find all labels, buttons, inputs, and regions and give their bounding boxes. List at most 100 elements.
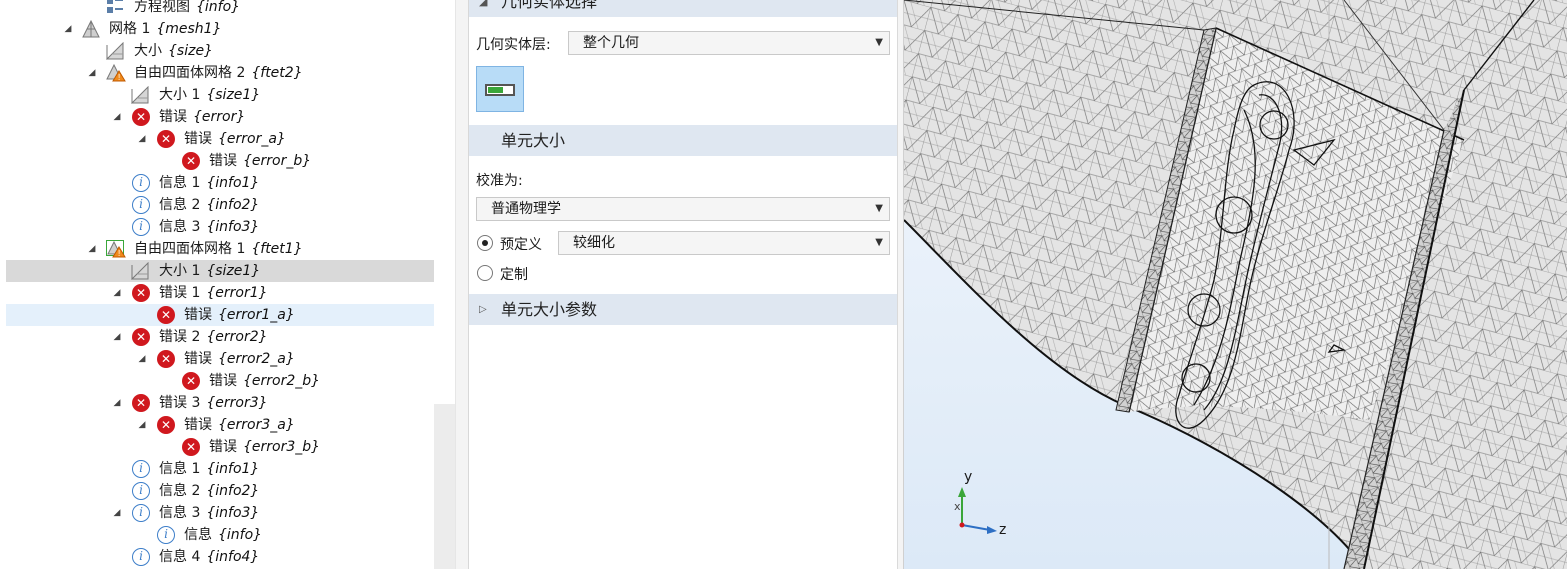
tree-item-tag: {size} xyxy=(168,43,213,59)
tree-item-size[interactable]: 大小 {size} xyxy=(6,40,434,62)
section-geometry-selection[interactable]: ◢ 几何实体选择 xyxy=(469,0,897,17)
predefined-size-select[interactable]: 较细化 ▼ xyxy=(558,231,890,255)
tree-item-error2-a[interactable]: ◢ ✕ 错误 {error2_a} xyxy=(6,348,434,370)
error-icon: ✕ xyxy=(132,394,150,412)
tree-item-label: 信息 1 xyxy=(159,175,201,191)
tree-item-ftet2[interactable]: ◢ ! 自由四面体网格 2 {ftet2} xyxy=(6,62,434,84)
tree-item-label: 方程视图 xyxy=(134,0,190,15)
panel-splitter[interactable] xyxy=(455,0,469,569)
tree-item-error-b[interactable]: ✕ 错误 {error_b} xyxy=(6,150,434,172)
panel-splitter[interactable] xyxy=(897,0,904,569)
tree-item-tag: {error2_b} xyxy=(243,373,321,389)
section-title: 单元大小参数 xyxy=(501,300,598,319)
axis-y-label: y xyxy=(964,469,973,485)
tree-item-info2[interactable]: i 信息 2 {info2} xyxy=(6,480,434,502)
free-tetrahedral-warning-icon: ! xyxy=(106,240,126,258)
tree-item-label: 错误 xyxy=(209,439,237,455)
tree-item-ftet1[interactable]: ◢ ! 自由四面体网格 1 {ftet1} xyxy=(6,238,434,260)
collapse-arrow-icon[interactable]: ◢ xyxy=(111,106,123,128)
tree-item-label: 信息 4 xyxy=(159,549,201,565)
tree-item-tag: {error1} xyxy=(206,285,268,301)
tree-item-error2[interactable]: ◢ ✕ 错误 2 {error2} xyxy=(6,326,434,348)
geometric-entity-level-select[interactable]: 整个几何 ▼ xyxy=(568,31,890,55)
tree-item-tag: {error3} xyxy=(206,395,268,411)
axis-z-label: z xyxy=(999,522,1007,538)
collapse-arrow-icon[interactable]: ◢ xyxy=(86,238,98,260)
tree-item-tag: {info} xyxy=(218,527,263,543)
tree-item-info3[interactable]: i 信息 3 {info3} xyxy=(6,216,434,238)
tree-item-label: 信息 3 xyxy=(159,505,201,521)
collapse-arrow-icon[interactable]: ◢ xyxy=(111,326,123,348)
tree-item-info1[interactable]: i 信息 1 {info1} xyxy=(6,458,434,480)
calibrate-for-label: 校准为: xyxy=(476,173,523,189)
section-title: 单元大小 xyxy=(501,131,566,150)
tree-item-label: 错误 2 xyxy=(159,329,201,345)
tree-item-error3[interactable]: ◢ ✕ 错误 3 {error3} xyxy=(6,392,434,414)
tree-item-label: 自由四面体网格 1 xyxy=(134,241,246,257)
geometric-entity-level-label: 几何实体层: xyxy=(476,37,551,53)
error-icon: ✕ xyxy=(182,152,200,170)
model-tree: 方程视图 {info} ◢ 网格 1 {mesh1} 大小 {size} ◢ ! 自由… xyxy=(0,0,455,569)
collapse-arrow-icon[interactable]: ◢ xyxy=(111,282,123,304)
tree-item-tag: {info2} xyxy=(206,197,260,213)
section-element-size-parameters[interactable]: ▷ 单元大小参数 xyxy=(469,294,897,325)
tree-item-error1-a[interactable]: ✕ 错误 {error1_a} xyxy=(6,304,434,326)
error-icon: ✕ xyxy=(132,108,150,126)
info-icon: i xyxy=(132,482,150,500)
tree-item-info1[interactable]: i 信息 1 {info1} xyxy=(6,172,434,194)
calibrate-for-select[interactable]: 普通物理学 ▼ xyxy=(476,197,890,221)
tree-item-info3[interactable]: ◢ i 信息 3 {info3} xyxy=(6,502,434,524)
tree-item-tag: {info1} xyxy=(206,461,260,477)
tree-item-size1-selected[interactable]: 大小 1 {size1} xyxy=(6,260,434,282)
graphics-window[interactable]: y z x xyxy=(904,0,1567,569)
info-icon: i xyxy=(157,526,175,544)
tree-item-tag: {error} xyxy=(193,109,246,125)
tree-item-error2-b[interactable]: ✕ 错误 {error2_b} xyxy=(6,370,434,392)
tree-item-error[interactable]: ◢ ✕ 错误 {error} xyxy=(6,106,434,128)
tree-item-error-a[interactable]: ◢ ✕ 错误 {error_a} xyxy=(6,128,434,150)
tree-item-tag: {info1} xyxy=(206,175,260,191)
tree-item-label: 大小 1 xyxy=(159,87,201,103)
tree-item-error3-b[interactable]: ✕ 错误 {error3_b} xyxy=(6,436,434,458)
collapse-arrow-icon[interactable]: ◢ xyxy=(111,502,123,524)
tree-item-error1[interactable]: ◢ ✕ 错误 1 {error1} xyxy=(6,282,434,304)
mesh-viewport[interactable] xyxy=(904,0,1567,569)
tree-item-error3-a[interactable]: ◢ ✕ 错误 {error3_a} xyxy=(6,414,434,436)
section-element-size[interactable]: 单元大小 xyxy=(469,125,897,156)
tree-item-mesh1[interactable]: ◢ 网格 1 {mesh1} xyxy=(6,18,434,40)
tree-item-size1[interactable]: 大小 1 {size1} xyxy=(6,84,434,106)
collapse-arrow-icon[interactable]: ◢ xyxy=(111,392,123,414)
tree-item-label: 信息 1 xyxy=(159,461,201,477)
selection-active-toggle[interactable] xyxy=(476,66,524,112)
tree-item-label: 错误 xyxy=(184,131,212,147)
tree-scrollbar[interactable] xyxy=(434,0,455,569)
tree-item-label: 信息 2 xyxy=(159,483,201,499)
collapse-arrow-icon[interactable]: ◢ xyxy=(136,414,148,436)
collapse-arrow-icon[interactable]: ◢ xyxy=(136,348,148,370)
mesh-icon xyxy=(82,19,100,38)
tree-scrollbar-thumb[interactable] xyxy=(434,404,455,569)
collapse-arrow-icon[interactable]: ◢ xyxy=(136,128,148,150)
tree-item-info2[interactable]: i 信息 2 {info2} xyxy=(6,194,434,216)
error-icon: ✕ xyxy=(182,438,200,456)
tree-item-tag: {info3} xyxy=(206,505,260,521)
error-icon: ✕ xyxy=(157,416,175,434)
size-icon xyxy=(130,261,149,280)
tree-item-tag: {error_b} xyxy=(243,153,312,169)
tree-item-label: 网格 1 xyxy=(109,21,151,37)
tree-item-label: 错误 1 xyxy=(159,285,201,301)
tree-item-tag: {info} xyxy=(196,0,241,15)
tree-item-info[interactable]: i 信息 {info} xyxy=(6,524,434,546)
tree-item-tag: {mesh1} xyxy=(156,21,222,37)
tree-item-tag: {error3_b} xyxy=(243,439,321,455)
tree-item-label: 错误 xyxy=(209,373,237,389)
tree-item-label: 错误 xyxy=(159,109,187,125)
collapse-arrow-icon[interactable]: ◢ xyxy=(62,18,74,40)
tree-item-tag: {error1_a} xyxy=(218,307,295,323)
tree-item-equation-view[interactable]: 方程视图 {info} xyxy=(6,0,434,18)
collapse-arrow-icon[interactable]: ◢ xyxy=(86,62,98,84)
custom-radio[interactable] xyxy=(477,265,493,281)
tree-item-info4[interactable]: i 信息 4 {info4} xyxy=(6,546,434,568)
predefined-radio[interactable] xyxy=(477,235,493,251)
tree-item-tag: {error2} xyxy=(206,329,268,345)
